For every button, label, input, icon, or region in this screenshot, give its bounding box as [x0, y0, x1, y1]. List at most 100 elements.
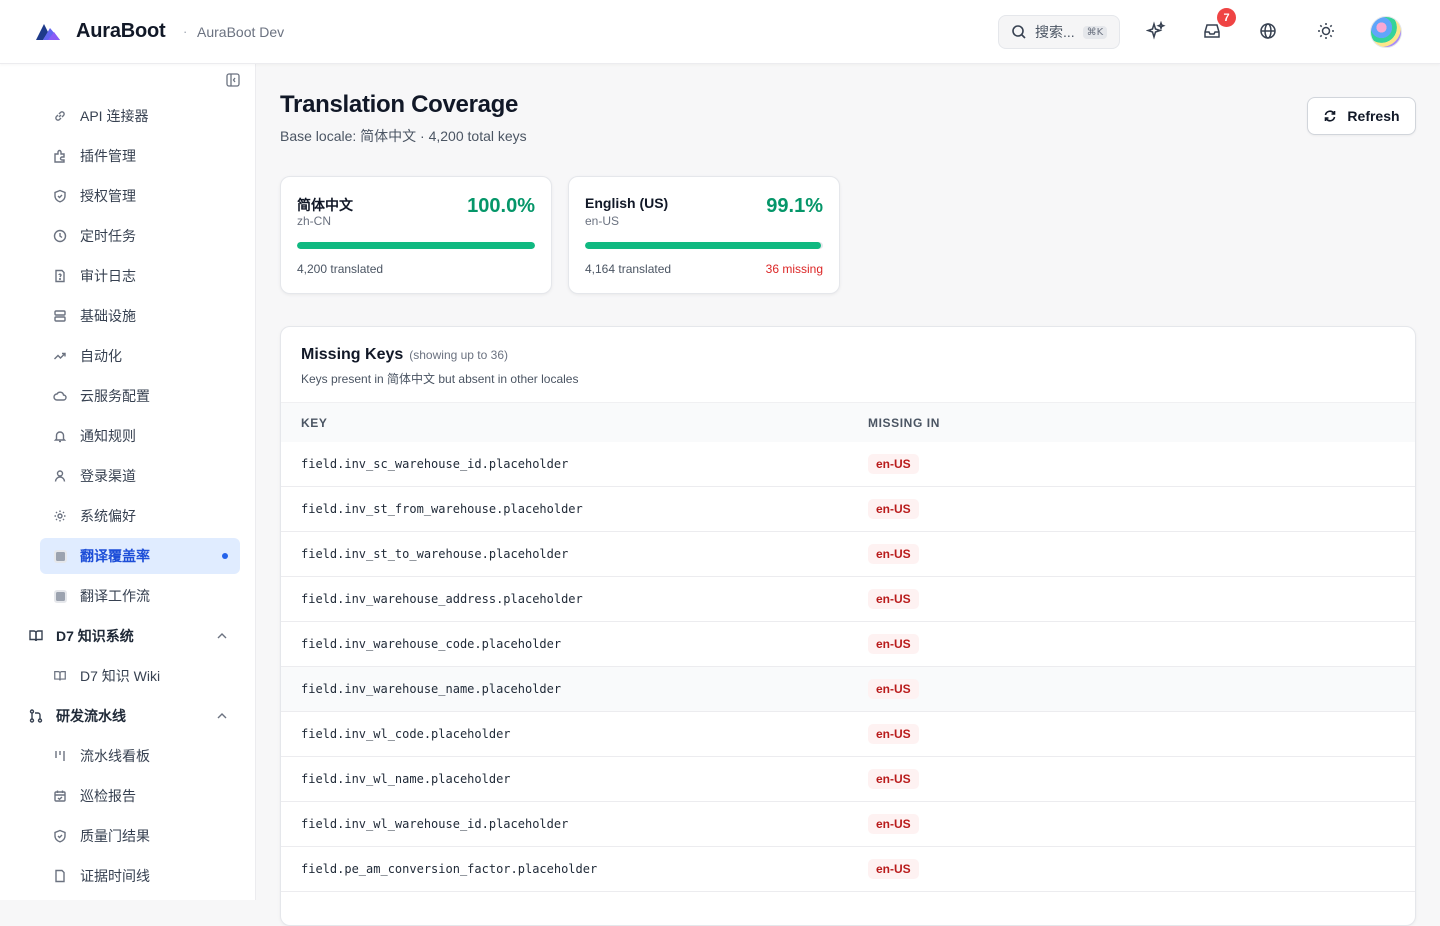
sidebar-item-evidence-timeline[interactable]: 证据时间线: [40, 858, 240, 894]
global-search[interactable]: 搜索... ⌘K: [998, 15, 1120, 49]
locale-code: en-US: [585, 214, 620, 228]
locale-coverage-percent: 100.0%: [467, 195, 535, 217]
table-row[interactable]: field.inv_sc_warehouse_id.placeholder en-…: [281, 442, 1415, 487]
sidebar-item-label: 审计日志: [80, 268, 136, 284]
user-avatar[interactable]: [1370, 16, 1402, 48]
translation-key: field.inv_sc_warehouse_id.placeholder: [301, 457, 569, 471]
locale-name: 简体中文: [297, 197, 353, 213]
theme-toggle-button[interactable]: [1315, 20, 1337, 42]
translated-count: 4,200 translated: [297, 262, 384, 276]
file-icon: [52, 868, 68, 884]
table-row[interactable]: field.inv_warehouse_code.placeholder en-U…: [281, 622, 1415, 667]
brand-name[interactable]: AuraBoot: [76, 20, 166, 43]
sidebar-item-automation[interactable]: 自动化: [40, 338, 240, 374]
sidebar-item-notification-rules[interactable]: 通知规则: [40, 418, 240, 454]
table-row[interactable]: field.inv_st_from_warehouse.placeholder e…: [281, 487, 1415, 532]
locale-card-en-us: English (US) en-US 99.1% 4,164 translate…: [568, 176, 840, 294]
table-row[interactable]: field.inv_warehouse_name.placeholder en-U…: [281, 667, 1415, 712]
chevron-up-icon: [217, 713, 227, 719]
coverage-progress-fill: [297, 242, 535, 249]
missing-locale-badge: en-US: [868, 769, 919, 789]
sidebar-item-quality-gate[interactable]: 质量门结果: [40, 818, 240, 854]
sidebar-group-dev-pipeline[interactable]: 研发流水线: [16, 698, 240, 734]
sidebar-item-cloud-config[interactable]: 云服务配置: [40, 378, 240, 414]
sidebar-item-audit-log[interactable]: 审计日志: [40, 258, 240, 294]
puzzle-icon: [52, 148, 68, 164]
sidebar-item-label: 证据时间线: [80, 868, 150, 884]
translation-key: field.inv_warehouse_name.placeholder: [301, 682, 562, 696]
missing-locale-badge: en-US: [868, 499, 919, 519]
book-icon: [52, 668, 68, 684]
missing-locale-badge: en-US: [868, 544, 919, 564]
refresh-label: Refresh: [1347, 108, 1400, 124]
top-header: AuraBoot · AuraBoot Dev 搜索... ⌘K 7: [0, 0, 1440, 64]
page-title: Translation Coverage: [280, 91, 519, 118]
sidebar-group-label: D7 知识系统: [56, 628, 134, 644]
grid-icon: [52, 588, 68, 604]
translation-key: field.inv_st_to_warehouse.placeholder: [301, 547, 569, 561]
globe-icon: [1260, 23, 1276, 39]
table-row[interactable]: field.inv_wl_warehouse_id.placeholder en-…: [281, 802, 1415, 847]
sidebar-item-pipeline-board[interactable]: 流水线看板: [40, 738, 240, 774]
sidebar-item-inspection-report[interactable]: 巡检报告: [40, 778, 240, 814]
ai-assistant-button[interactable]: [1145, 20, 1167, 42]
sidebar-item-translation-coverage[interactable]: 翻译覆盖率: [40, 538, 240, 574]
sidebar-item-plugins[interactable]: 插件管理: [40, 138, 240, 174]
table-row[interactable]: [281, 892, 1415, 925]
sidebar-item-login-channels[interactable]: 登录渠道: [40, 458, 240, 494]
sidebar-collapse-icon[interactable]: [225, 72, 241, 88]
sidebar-item-label: API 连接器: [80, 108, 149, 124]
missing-locale-badge: en-US: [868, 814, 919, 834]
language-button[interactable]: [1257, 20, 1279, 42]
search-icon: [1012, 25, 1026, 39]
sidebar-item-system-preferences[interactable]: 系统偏好: [40, 498, 240, 534]
missing-keys-description: Keys present in 简体中文 but absent in other…: [301, 372, 579, 386]
sidebar-item-label: 授权管理: [80, 188, 136, 204]
sidebar-item-label: 基础设施: [80, 308, 136, 324]
sidebar: API 连接器 插件管理 授权管理 定时任务 审计日志 基础设施 自动化 云服务…: [0, 64, 256, 900]
missing-keys-table-body: field.inv_sc_warehouse_id.placeholder en-…: [281, 442, 1415, 925]
table-row[interactable]: field.inv_st_to_warehouse.placeholder en-…: [281, 532, 1415, 577]
sidebar-item-translation-workflow[interactable]: 翻译工作流: [40, 578, 240, 614]
gear-icon: [52, 508, 68, 524]
notification-badge: 7: [1217, 8, 1236, 27]
sidebar-item-label: D7 知识 Wiki: [80, 668, 161, 684]
table-row[interactable]: field.inv_wl_code.placeholder en-US: [281, 712, 1415, 757]
sidebar-nav: API 连接器 插件管理 授权管理 定时任务 审计日志 基础设施 自动化 云服务…: [0, 98, 256, 898]
sidebar-item-infrastructure[interactable]: 基础设施: [40, 298, 240, 334]
column-header-key[interactable]: KEY: [301, 416, 327, 430]
sidebar-item-label: 插件管理: [80, 148, 136, 164]
table-row[interactable]: field.inv_wl_name.placeholder en-US: [281, 757, 1415, 802]
sidebar-item-d7-wiki[interactable]: D7 知识 Wiki: [40, 658, 240, 694]
missing-keys-card: Missing Keys (showing up to 36) Keys pres…: [280, 326, 1416, 926]
clock-icon: [52, 228, 68, 244]
coverage-progress-bar: [585, 242, 823, 249]
refresh-button[interactable]: Refresh: [1307, 97, 1416, 135]
trending-icon: [52, 348, 68, 364]
table-row[interactable]: field.inv_warehouse_address.placeholder e…: [281, 577, 1415, 622]
missing-count: 36 missing: [765, 262, 823, 276]
sidebar-item-label: 登录渠道: [80, 468, 136, 484]
sidebar-item-authorization[interactable]: 授权管理: [40, 178, 240, 214]
sidebar-item-api-connectors[interactable]: API 连接器: [40, 98, 240, 134]
column-header-missing-in[interactable]: MISSING IN: [868, 416, 940, 430]
translation-key: field.inv_warehouse_code.placeholder: [301, 637, 562, 651]
auraboot-logo-icon[interactable]: [34, 20, 62, 44]
translation-key: field.inv_wl_code.placeholder: [301, 727, 511, 741]
bell-icon: [52, 428, 68, 444]
sidebar-group-label: 研发流水线: [56, 708, 126, 724]
user-icon: [52, 468, 68, 484]
sidebar-item-scheduled-tasks[interactable]: 定时任务: [40, 218, 240, 254]
sidebar-item-label: 流水线看板: [80, 748, 150, 764]
sidebar-group-knowledge[interactable]: D7 知识系统: [16, 618, 240, 654]
refresh-icon: [1325, 110, 1336, 122]
sun-icon: [1318, 23, 1334, 39]
breadcrumb-separator: ·: [183, 24, 188, 39]
missing-keys-title: Missing Keys (showing up to 36): [301, 346, 508, 364]
locale-coverage-percent: 99.1%: [766, 195, 823, 217]
table-row[interactable]: field.pe_am_conversion_factor.placeholde…: [281, 847, 1415, 892]
search-shortcut: ⌘K: [1082, 25, 1108, 39]
translation-key: field.inv_warehouse_address.placeholder: [301, 592, 583, 606]
chevron-up-icon: [217, 633, 227, 639]
translated-count: 4,164 translated: [585, 262, 672, 276]
